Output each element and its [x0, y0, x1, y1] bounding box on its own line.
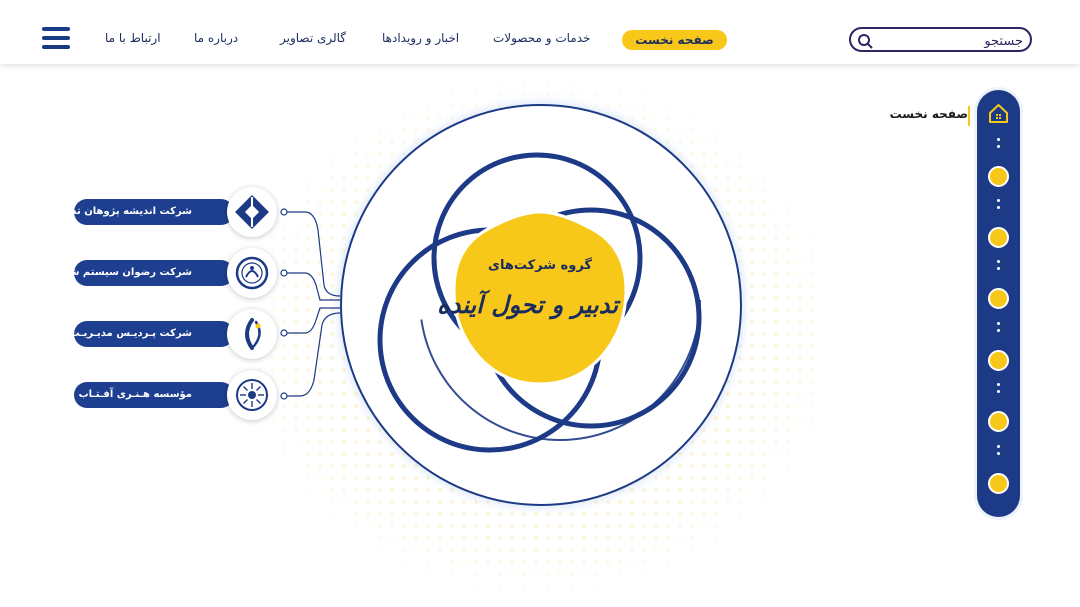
sidebar-separator	[997, 452, 1000, 455]
sidebar-separator	[997, 383, 1000, 386]
company-item-1[interactable]: شرکت اندیشه پژوهان تدبیر پایا	[39, 199, 234, 225]
sidebar-separator	[997, 329, 1000, 332]
nav-services[interactable]: خدمات و محصولات	[493, 31, 590, 45]
home-icon[interactable]	[985, 100, 1012, 127]
sun-rays-logo-icon[interactable]	[227, 370, 277, 420]
sun-icon[interactable]	[988, 227, 1009, 248]
connector-nodes	[280, 208, 288, 400]
sidebar-label-marker	[968, 106, 970, 126]
nav-news[interactable]: اخبار و رویدادها	[382, 31, 459, 45]
sidebar-separator	[997, 322, 1000, 325]
search-icon[interactable]	[857, 33, 873, 49]
nav-contact[interactable]: ارتباط با ما	[105, 31, 161, 45]
company-item-3[interactable]: شرکت پـردیـس مدیـریـت	[70, 321, 234, 347]
top-navigation-bar: ارتباط با ما درباره ما گالری تصاویر اخبا…	[0, 0, 1080, 64]
company-item-4[interactable]: مؤسسه هـنـری آفـتـاب	[74, 382, 234, 408]
nav-home[interactable]: صفحه نخست	[622, 30, 727, 50]
sidebar-current-label: صفحه نخست	[889, 107, 968, 121]
sidebar-separator	[997, 138, 1000, 141]
sun-icon[interactable]	[988, 411, 1009, 432]
company-item-2[interactable]: شرکت رضوان سیستم شرق	[54, 260, 234, 286]
circle-emblem-logo-icon[interactable]	[227, 248, 277, 298]
sidebar-separator	[997, 206, 1000, 209]
connector-lines	[284, 211, 341, 397]
sun-icon[interactable]	[988, 350, 1009, 371]
search-box	[849, 27, 1032, 52]
sidebar-separator	[997, 199, 1000, 202]
nav-gallery[interactable]: گالری تصاویر	[280, 31, 346, 45]
nav-about[interactable]: درباره ما	[194, 31, 238, 45]
sun-icon[interactable]	[988, 473, 1009, 494]
sun-icon[interactable]	[988, 288, 1009, 309]
sidebar-separator	[997, 260, 1000, 263]
sidebar-separator	[997, 267, 1000, 270]
search-input[interactable]	[881, 31, 1025, 51]
diamond-logo-icon[interactable]	[227, 187, 277, 237]
sun-icon[interactable]	[988, 166, 1009, 187]
hamburger-menu-icon[interactable]	[42, 27, 70, 51]
sidebar-separator	[997, 390, 1000, 393]
sidebar-separator	[997, 445, 1000, 448]
section-sidebar	[977, 90, 1020, 517]
leaf-person-logo-icon[interactable]	[227, 309, 277, 359]
sidebar-separator	[997, 145, 1000, 148]
group-subtitle: گروه شرکت‌های	[488, 258, 592, 273]
group-title: تدبیر و تحول آینده	[437, 290, 618, 319]
